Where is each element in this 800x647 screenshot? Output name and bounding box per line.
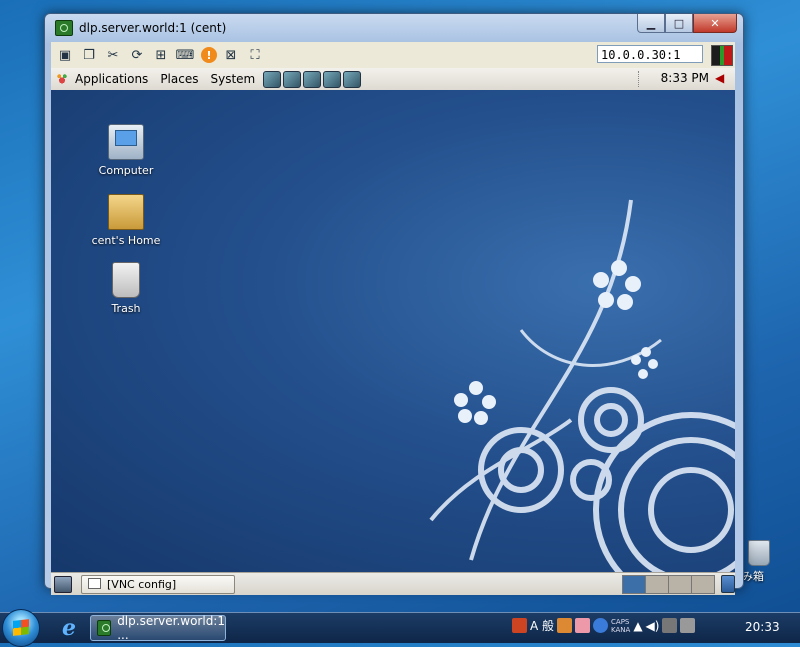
show-desktop-icon[interactable] [54, 576, 72, 593]
task-label: [VNC config] [107, 578, 177, 591]
gnome-top-panel: Applications Places System 8:33 PM ◀ [51, 68, 735, 91]
workspace-1[interactable] [622, 575, 646, 594]
volume-icon[interactable]: ◀ [715, 71, 729, 85]
windows-taskbar: e dlp.server.world:1 ... A 般 CAPS KANA ▲ … [0, 609, 800, 647]
show-hidden-icons-icon[interactable]: ▲ [633, 619, 642, 633]
windows-logo-icon [13, 619, 29, 636]
disconnect-icon[interactable]: ⊠ [221, 45, 241, 65]
window-title: dlp.server.world:1 (cent) [79, 21, 227, 35]
trash-applet-icon[interactable] [721, 575, 735, 593]
workspace-2[interactable] [645, 575, 669, 594]
desktop-icon-trash[interactable]: Trash [81, 262, 171, 315]
desktop-icon-label: Trash [111, 302, 141, 315]
menu-applications[interactable]: Applications [69, 72, 154, 86]
minimize-button[interactable]: ▁ [637, 14, 665, 33]
desktop-icon-computer[interactable]: Computer [81, 124, 171, 177]
workspace-4[interactable] [691, 575, 715, 594]
workspace-switcher [622, 575, 715, 594]
tray-ime-tool-icon[interactable] [557, 618, 573, 633]
taskbar-item-vnc[interactable]: dlp.server.world:1 ... [90, 614, 226, 642]
tray-dictionary-icon[interactable] [575, 618, 591, 633]
maximize-button[interactable]: □ [665, 14, 693, 33]
recycle-bin-icon [748, 540, 770, 566]
launcher-notes-icon[interactable] [303, 70, 322, 88]
vnc-viewer-window: dlp.server.world:1 (cent) ▁ □ ✕ ▣ ❐ ✂ ⟳ … [44, 13, 744, 595]
host-address-field[interactable]: 10.0.0.30:1 [597, 45, 703, 63]
window-icon [88, 578, 101, 589]
close-button[interactable]: ✕ [693, 14, 737, 33]
computer-icon [108, 124, 144, 160]
tray-pin-icon[interactable] [512, 618, 527, 633]
caps-kana-indicator: CAPS KANA [611, 617, 631, 634]
speaker-icon[interactable]: ◀) [646, 619, 660, 633]
help-icon[interactable] [593, 618, 609, 633]
panel-clock[interactable]: 8:33 PM [661, 71, 709, 85]
window-controls: ▁ □ ✕ [637, 14, 737, 33]
windows-key-icon[interactable]: ⊞ [151, 45, 171, 65]
start-button[interactable] [2, 609, 40, 647]
vnc-icon [55, 20, 73, 36]
panel-divider [638, 71, 641, 87]
gnome-bottom-panel: [VNC config] [51, 572, 735, 595]
remote-desktop[interactable]: Computer cent's Home Trash [51, 90, 735, 572]
menu-places[interactable]: Places [154, 72, 204, 86]
desktop-icon-label: cent's Home [91, 234, 161, 247]
trash-icon [112, 262, 140, 298]
connection-status-icon [711, 45, 733, 66]
vnc-toolbar: ▣ ❐ ✂ ⟳ ⊞ ⌨ ! ⊠ ⛶ 10.0.0.30:1 [51, 42, 735, 69]
recycle-bin-label: み箱 [742, 570, 764, 583]
refresh-icon[interactable]: ⟳ [127, 45, 147, 65]
taskbar-item-label: dlp.server.world:1 ... [117, 614, 225, 642]
keyboard-icon[interactable]: ⌨ [175, 45, 195, 65]
clipboard-icon[interactable]: ❐ [79, 45, 99, 65]
workspace-3[interactable] [668, 575, 692, 594]
vnc-icon [97, 620, 112, 636]
launcher-network-icon[interactable] [343, 70, 362, 88]
home-folder-icon [108, 194, 144, 230]
options-icon[interactable]: ▣ [55, 45, 75, 65]
desktop-icon-label: Computer [98, 164, 154, 177]
menu-system[interactable]: System [204, 72, 261, 86]
ime-indicator[interactable]: A 般 [530, 617, 554, 634]
system-tray: A 般 CAPS KANA ▲ ◀) [512, 617, 696, 634]
fullscreen-icon[interactable]: ⛶ [245, 45, 265, 65]
action-center-icon[interactable] [680, 618, 696, 633]
window-titlebar[interactable]: dlp.server.world:1 (cent) [55, 19, 226, 37]
taskbar-item-vnc-config[interactable]: [VNC config] [81, 575, 235, 594]
host-recycle-bin[interactable]: み箱 [742, 540, 800, 584]
warning-icon[interactable]: ! [201, 47, 217, 63]
tools-icon[interactable]: ✂ [103, 45, 123, 65]
launcher-terminal-icon[interactable] [323, 70, 342, 88]
desktop-icon-home[interactable]: cent's Home [81, 194, 171, 247]
launcher-mail-icon[interactable] [283, 70, 302, 88]
network-icon[interactable] [662, 618, 678, 633]
taskbar-clock[interactable]: 20:33 [745, 620, 780, 634]
launcher-browser-icon[interactable] [263, 70, 282, 88]
internet-explorer-icon[interactable]: e [56, 616, 82, 640]
gnome-foot-icon [55, 72, 69, 86]
